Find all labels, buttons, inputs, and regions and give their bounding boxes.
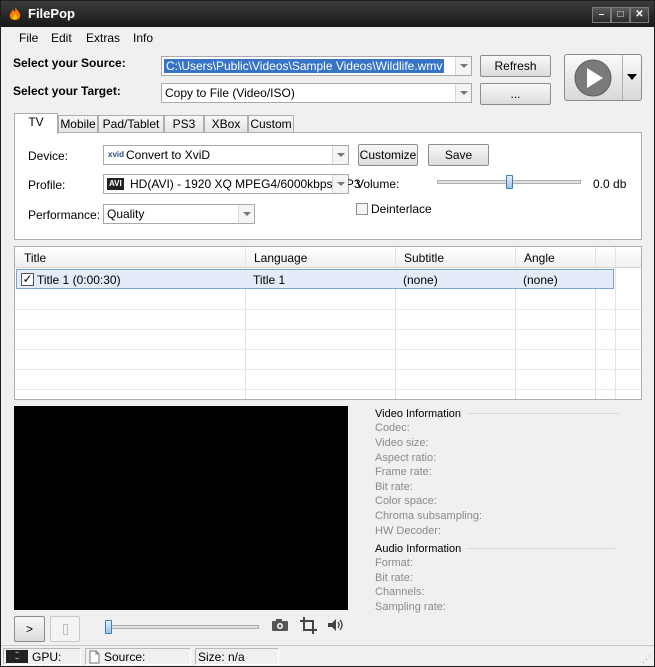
info-format: Format: — [375, 557, 413, 569]
info-hw-decoder: HW Decoder: — [375, 525, 442, 537]
chevron-down-icon[interactable] — [455, 84, 471, 102]
info-audio-bit-rate: Bit rate: — [375, 572, 413, 584]
seek-slider[interactable] — [107, 625, 259, 629]
speaker-icon[interactable] — [327, 618, 345, 632]
info-sampling-rate: Sampling rate: — [375, 601, 446, 613]
chevron-down-icon[interactable] — [332, 146, 348, 164]
device-combo[interactable]: xvid Convert to XviD — [103, 145, 349, 165]
status-bar: ▪▪▪▪ GPU: Off Source: VideoFile Size: n/… — [1, 645, 654, 667]
info-video-bit-rate: Bit rate: — [375, 481, 413, 493]
chevron-down-icon[interactable] — [455, 57, 471, 75]
device-label: Device: — [28, 149, 69, 163]
stop-icon — [63, 624, 68, 635]
size-status-text: Size: n/a — [198, 650, 245, 664]
profile-value: HD(AVI) - 1920 XQ MPEG4/6000kbps MP3 — [130, 177, 361, 191]
browse-target-button[interactable]: ... — [480, 83, 551, 105]
gpu-status: ▪▪▪▪ GPU: Off — [3, 648, 81, 667]
row-angle: (none) — [523, 273, 558, 287]
target-combo[interactable]: Copy to File (Video/ISO) — [161, 83, 472, 103]
save-button[interactable]: Save — [428, 144, 489, 166]
column-language[interactable]: Language — [254, 251, 307, 265]
close-button[interactable]: ✕ — [630, 7, 649, 23]
file-icon — [89, 650, 100, 664]
table-header: Title Language Subtitle Angle — [15, 247, 641, 268]
info-codec: Codec: — [375, 422, 410, 434]
volume-slider-thumb[interactable] — [506, 175, 513, 189]
column-angle[interactable]: Angle — [524, 251, 555, 265]
xvid-logo-icon: xvid — [108, 150, 125, 159]
preview-play-button[interactable]: > — [14, 616, 45, 642]
info-color-space: Color space: — [375, 495, 437, 507]
tab-tv[interactable]: TV — [14, 113, 58, 134]
row-subtitle: (none) — [403, 273, 438, 287]
menu-info[interactable]: Info — [133, 31, 153, 45]
gpu-status-text: GPU: Off — [32, 650, 62, 667]
preview-stop-button[interactable] — [50, 616, 80, 642]
tab-custom[interactable]: Custom — [248, 115, 294, 133]
window-title: FilePop — [28, 6, 75, 21]
info-aspect-ratio: Aspect ratio: — [375, 452, 437, 464]
source-combo[interactable]: C:\Users\Public\Videos\Sample Videos\Wil… — [161, 56, 472, 76]
performance-label: Performance: — [28, 208, 101, 222]
source-label: Select your Source: — [13, 56, 126, 70]
audio-info-header: Audio Information — [375, 543, 462, 555]
maximize-button[interactable]: □ — [611, 7, 630, 23]
performance-value: Quality — [107, 207, 145, 221]
menu-bar: File Edit Extras Info — [1, 27, 654, 49]
tab-pad-tablet[interactable]: Pad/Tablet — [98, 115, 164, 133]
device-value: Convert to XviD — [126, 148, 211, 162]
resize-grip-icon[interactable]: ⋰ — [642, 654, 652, 664]
avi-badge-icon: AVI — [107, 178, 124, 190]
seek-slider-thumb[interactable] — [105, 620, 112, 634]
menu-extras[interactable]: Extras — [86, 31, 120, 45]
target-label: Select your Target: — [13, 84, 121, 98]
source-path: C:\Users\Public\Videos\Sample Videos\Wil… — [164, 59, 445, 73]
cuda-icon: ▪▪ ▪▪ — [6, 650, 28, 663]
column-subtitle[interactable]: Subtitle — [404, 251, 444, 265]
menu-edit[interactable]: Edit — [51, 31, 72, 45]
titles-table: Title Language Subtitle Angle ✓ Title 1 … — [14, 246, 642, 400]
video-preview[interactable] — [14, 406, 348, 610]
column-title[interactable]: Title — [24, 251, 46, 265]
app-window: FilePop – □ ✕ File Edit Extras Info Sele… — [0, 0, 655, 667]
info-video-size: Video size: — [375, 437, 429, 449]
deinterlace-checkbox[interactable] — [356, 203, 368, 215]
target-value: Copy to File (Video/ISO) — [165, 86, 295, 100]
row-title: Title 1 (0:00:30) — [37, 273, 121, 287]
chevron-down-icon[interactable] — [238, 205, 254, 223]
tab-xbox[interactable]: XBox — [204, 115, 248, 133]
minimize-button[interactable]: – — [592, 7, 611, 23]
tab-mobile[interactable]: Mobile — [58, 115, 98, 133]
start-conversion-button[interactable] — [564, 54, 642, 101]
crop-icon[interactable] — [300, 617, 317, 634]
profile-label: Profile: — [28, 178, 66, 192]
settings-panel: Device: xvid Convert to XviD Customize S… — [14, 132, 642, 240]
title-checkbox[interactable]: ✓ — [21, 273, 34, 286]
menu-file[interactable]: File — [19, 31, 38, 45]
title-bar[interactable]: FilePop – □ ✕ — [1, 1, 654, 27]
volume-label: Volume: — [356, 177, 400, 191]
row-language: Title 1 — [253, 273, 286, 287]
camera-icon[interactable] — [271, 618, 289, 632]
flame-app-icon — [9, 7, 21, 20]
play-circle-icon — [574, 59, 612, 97]
source-status: Source: VideoFile — [85, 648, 191, 667]
video-info-header: Video Information — [375, 408, 462, 420]
info-frame-rate: Frame rate: — [375, 466, 432, 478]
info-chroma-subsampling: Chroma subsampling: — [375, 510, 482, 522]
deinterlace-label[interactable]: Deinterlace — [371, 202, 432, 216]
refresh-button[interactable]: Refresh — [480, 55, 551, 77]
tab-ps3[interactable]: PS3 — [164, 115, 204, 133]
chevron-down-icon[interactable] — [332, 175, 348, 193]
source-status-text: Source: VideoFile — [104, 650, 154, 667]
volume-value: 0.0 db — [593, 177, 627, 191]
profile-combo[interactable]: AVI HD(AVI) - 1920 XQ MPEG4/6000kbps MP3 — [103, 174, 361, 194]
table-row[interactable]: ✓ Title 1 (0:00:30) Title 1 (none) (none… — [16, 269, 614, 289]
customize-button[interactable]: Customize — [358, 144, 418, 166]
dropdown-arrow-icon[interactable] — [627, 74, 637, 82]
size-status: Size: n/a — [195, 648, 279, 665]
performance-combo[interactable]: Quality — [103, 204, 255, 224]
info-channels: Channels: — [375, 586, 425, 598]
